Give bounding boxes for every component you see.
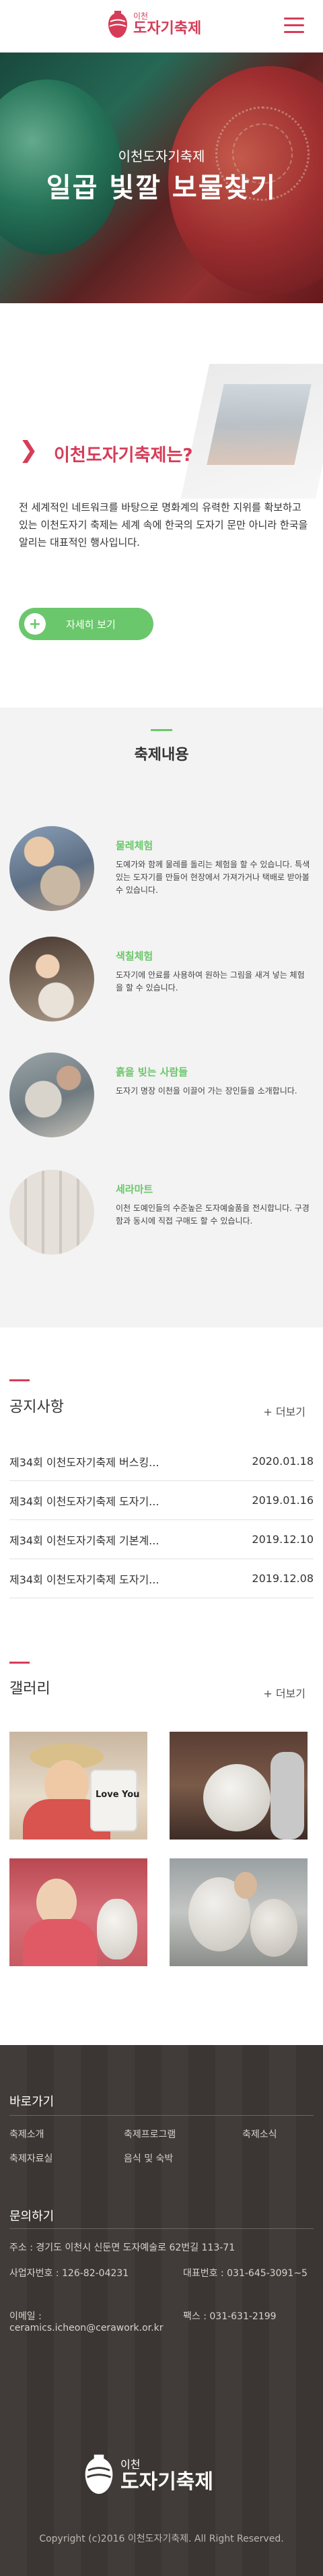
festival-item-text: 이천 도예인들의 수준높은 도자예술품을 전시합니다. 구경함과 동시에 직접 … [116,1203,310,1226]
footer-link[interactable]: 축제소개 [9,2127,44,2141]
festival-item-text: 도예가와 함께 물레를 돌리는 체험을 할 수 있습니다. 특색있는 도자기를 … [116,860,310,895]
hero-banner: 이천도자기축제 일곱 빛깔 보물찾기 [0,53,323,303]
logo-small-text: 이천 [133,11,149,21]
painting-experience-photo [9,937,94,1022]
footer-business-no: 사업자번호 : 126-82-04231 [9,2268,129,2279]
potters-photo [9,1053,94,1137]
footer-link[interactable]: 축제소식 [242,2127,277,2141]
hero-title: 일곱 빛깔 보물찾기 [46,172,277,203]
notice-row-title: 제34회 이천도자기축제 버스킹... [9,1455,159,1469]
gallery-image[interactable] [9,1858,147,1966]
notice-row-date: 2019.01.16 [252,1494,314,1507]
footer-logo-big: 도자기축제 [120,2470,213,2494]
more-details-button[interactable]: + 자세히 보기 [19,608,153,640]
footer-address: 주소 : 경기도 이천시 신둔면 도자예술로 62번길 113-71 [9,2242,236,2253]
gallery-image[interactable] [170,1732,308,1840]
notice-more-link[interactable]: + 더보기 [263,1403,306,1419]
notice-section: 공지사항 + 더보기 제34회 이천도자기축제 버스킹... 2020.01.1… [0,1327,323,1631]
footer-fax: 팩스 : 031-631-2199 [183,2311,277,2322]
gallery-title: 갤러리 [9,1680,50,1697]
gallery-more-link[interactable]: + 더보기 [263,1685,306,1701]
festival-item[interactable]: 흙을 빚는 사람들 도자기 명장 이천을 이끌어 가는 장인들을 소개합니다. [0,1053,323,1147]
about-description: 전 세계적인 네트워크를 바탕으로 명화계의 유력한 지위를 확보하고 있는 이… [19,501,308,548]
plus-icon: + [24,613,46,635]
footer-link[interactable]: 축제프로그램 [124,2127,176,2141]
notice-row-date: 2019.12.10 [252,1533,314,1546]
footer-logo-small: 이천 [120,2458,141,2471]
footer-email-label: 이메일 : [9,2311,42,2322]
about-section: ❯ 이천도자기축제는? 전 세계적인 네트워크를 바탕으로 명화계의 유력한 지… [0,303,323,708]
ceramart-photo [9,1170,94,1255]
site-header: 이천 도자기축제 [0,0,323,53]
notice-row[interactable]: 제34회 이천도자기축제 버스킹... 2020.01.18 [9,1442,314,1481]
about-heading: 이천도자기축제는? [54,445,193,466]
festival-item-name: 세라마트 [116,1183,153,1195]
footer-shortcut-title: 바로가기 [9,2095,55,2109]
footer-phone: 대표번호 : 031-645-3091~5 [183,2268,308,2279]
notice-row[interactable]: 제34회 이천도자기축제 기본계... 2019.12.10 [9,1520,314,1559]
festival-title: 축제내용 [134,747,189,763]
logo-big-text: 도자기축제 [133,20,202,37]
notice-row-title: 제34회 이천도자기축제 도자기... [9,1495,159,1508]
copyright-text: Copyright (c)2016 이천도자기축제. All Right Res… [39,2534,284,2544]
footer-contact-title: 문의하기 [9,2209,55,2224]
wheel-experience-photo [9,826,94,911]
hero-subtitle: 이천도자기축제 [118,148,205,164]
vase-logo-icon [85,2454,113,2494]
festival-item[interactable]: 세라마트 이천 도예인들의 수준높은 도자예술품을 전시합니다. 구경함과 동시… [0,1170,323,1264]
notice-row-title: 제34회 이천도자기축제 기본계... [9,1534,159,1547]
festival-item-name: 색칠체험 [116,950,153,962]
festival-item[interactable]: 색칠체험 도자기에 안료를 사용하여 원하는 그림을 새겨 넣는 체험을 할 수… [0,937,323,1031]
festival-item-name: 물레체험 [116,840,153,852]
gallery-image[interactable]: Love You [9,1732,147,1840]
festival-item[interactable]: 물레체험 도예가와 함께 물레를 돌리는 체험을 할 수 있습니다. 특색있는 … [0,826,323,920]
notice-row-date: 2019.12.08 [252,1572,314,1585]
chevron-right-icon: ❯ [19,437,38,464]
site-logo[interactable]: 이천 도자기축제 [108,9,201,39]
notice-row[interactable]: 제34회 이천도자기축제 도자기... 2019.01.16 [9,1481,314,1520]
gallery-mug-text: Love You [96,1790,140,1800]
hamburger-icon[interactable] [284,18,304,34]
festival-item-text: 도자기에 안료를 사용하여 원하는 그림을 새겨 넣는 체험을 할 수 있습니다… [116,970,305,993]
festival-content-section: 축제내용 물레체험 도예가와 함께 물레를 돌리는 체험을 할 수 있습니다. … [0,708,323,1327]
gallery-image[interactable] [170,1858,308,1966]
vase-logo-icon [108,11,127,38]
gallery-section: 갤러리 + 더보기 Love You [0,1631,323,2045]
festival-item-text: 도자기 명장 이천을 이끌어 가는 장인들을 소개합니다. [116,1086,297,1096]
notice-title: 공지사항 [9,1399,64,1416]
more-details-label: 자세히 보기 [66,618,116,631]
footer-logo[interactable]: 이천 도자기축제 [84,2453,213,2496]
notice-row-title: 제34회 이천도자기축제 도자기... [9,1573,159,1586]
about-decor-photo [207,384,312,465]
footer-link[interactable]: 음식 및 숙박 [124,2151,173,2165]
footer-link[interactable]: 축제자료실 [9,2151,52,2165]
site-footer: 바로가기 축제소개 축제프로그램 축제소식 축제자료실 음식 및 숙박 문의하기… [0,2045,323,2576]
footer-email[interactable]: ceramics.icheon@cerawork.or.kr [9,2323,163,2333]
notice-row[interactable]: 제34회 이천도자기축제 도자기... 2019.12.08 [9,1559,314,1598]
festival-item-name: 흙을 빚는 사람들 [116,1066,188,1078]
notice-row-date: 2020.01.18 [252,1455,314,1468]
